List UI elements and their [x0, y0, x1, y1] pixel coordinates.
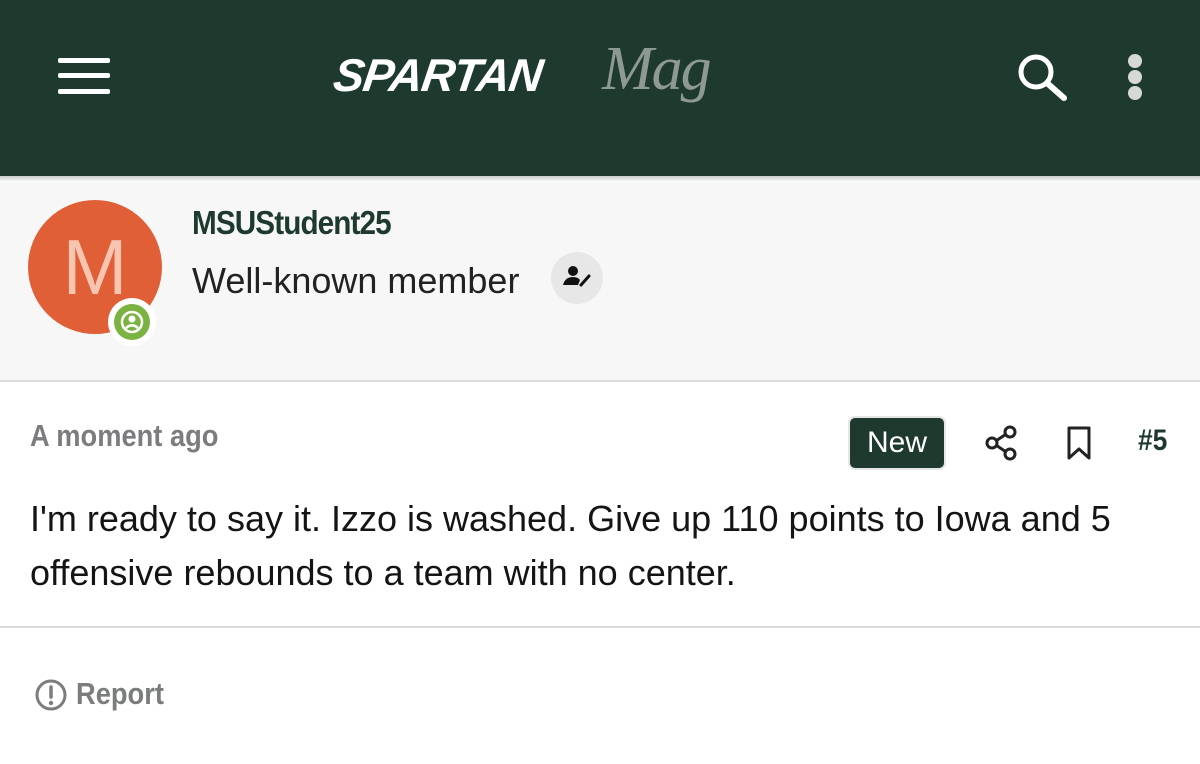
top-app-bar: SPARTAN Mag	[0, 0, 1200, 176]
post-author-card: M MSUStudent25 Well-known member	[0, 182, 1200, 382]
post-number-link[interactable]: #5	[1138, 424, 1167, 458]
logo-script: Mag	[602, 35, 712, 103]
post-actions: Report	[0, 628, 1200, 764]
hamburger-menu-icon[interactable]	[58, 56, 110, 96]
search-icon[interactable]	[1012, 50, 1072, 106]
share-icon[interactable]	[984, 424, 1020, 462]
report-label: Report	[76, 676, 164, 711]
post-body-text: I'm ready to say it. Izzo is washed. Giv…	[30, 498, 1111, 593]
bookmark-icon[interactable]	[1064, 424, 1094, 462]
site-logo[interactable]: SPARTAN Mag	[330, 34, 770, 124]
post-timestamp[interactable]: A moment ago	[30, 418, 218, 454]
post-message: A moment ago New #5 I'm ready to say it.…	[0, 384, 1200, 628]
more-vertical-icon[interactable]	[1120, 52, 1150, 102]
user-online-icon	[108, 298, 156, 346]
user-title: Well-known member	[192, 260, 520, 301]
username-link[interactable]: MSUStudent25	[192, 204, 392, 242]
alert-circle-icon	[35, 679, 67, 711]
logo-wordmark: SPARTAN	[330, 49, 546, 101]
new-badge: New	[850, 418, 944, 468]
user-edit-icon	[551, 252, 603, 304]
